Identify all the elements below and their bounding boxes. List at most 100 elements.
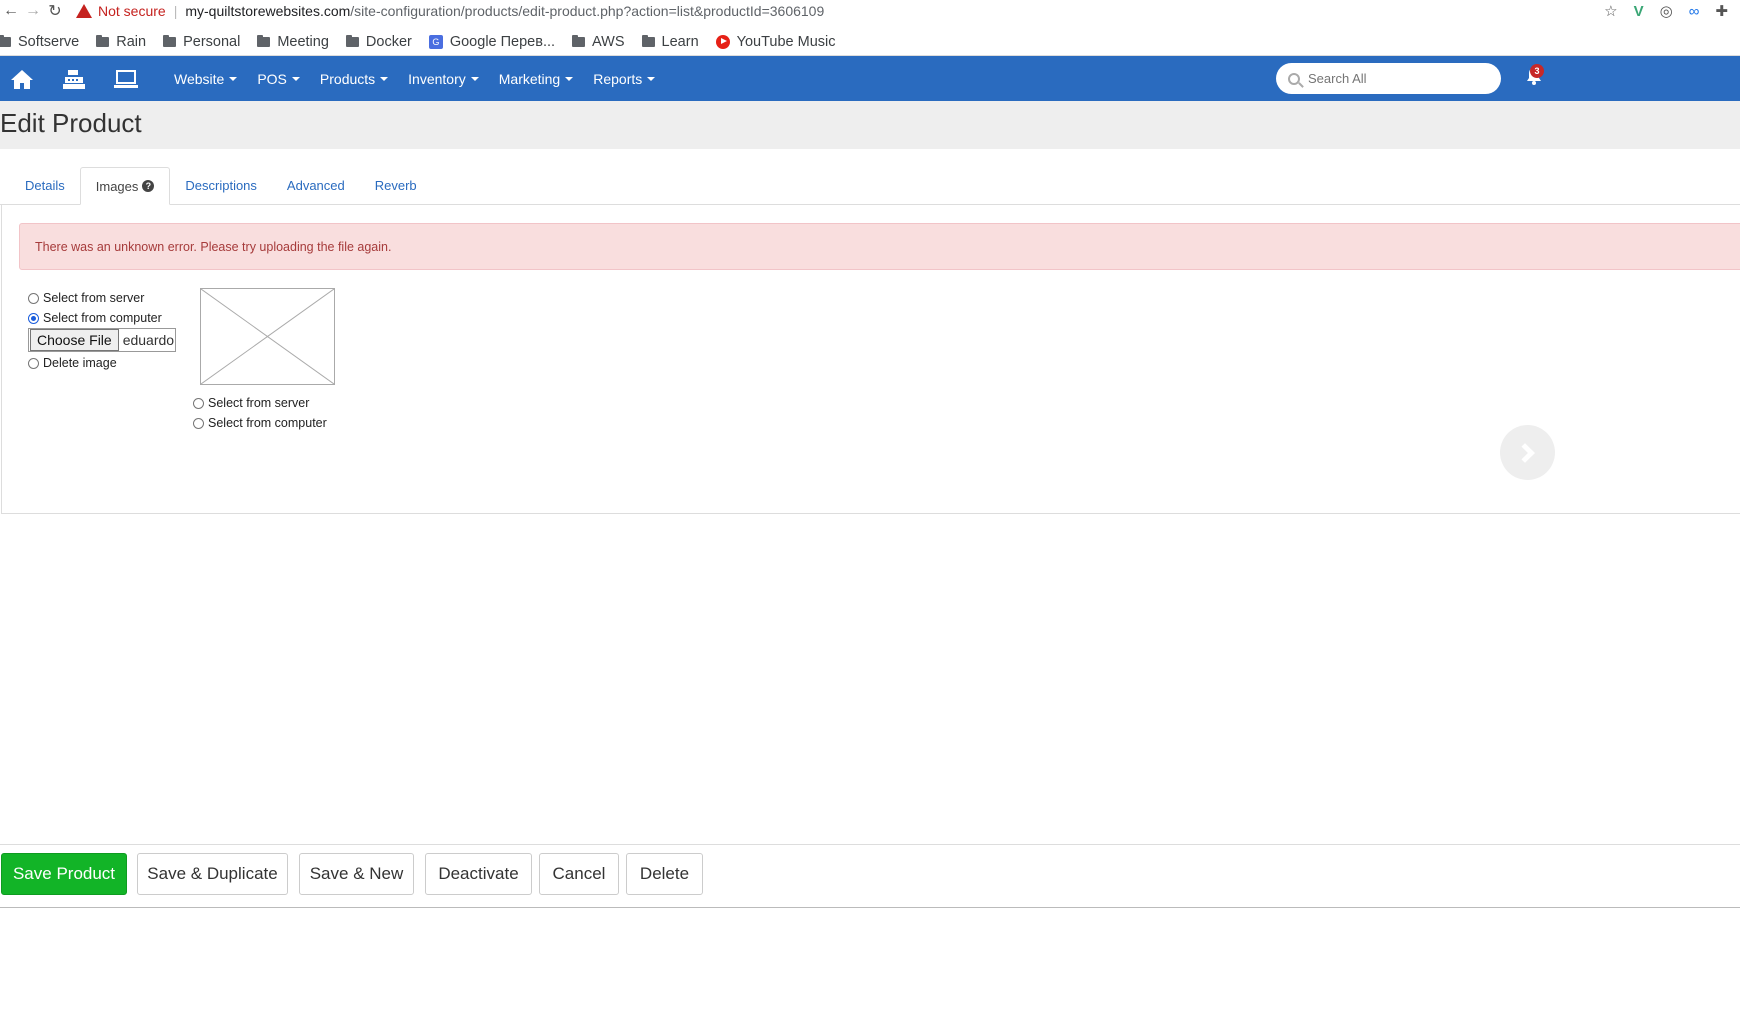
bookmark-label: Rain [116, 33, 147, 50]
forward-icon[interactable]: → [22, 2, 44, 20]
security-indicator[interactable]: Not secure [76, 3, 166, 19]
url-path: /site-configuration/products/edit-produc… [350, 3, 825, 19]
menu-label: Marketing [498, 70, 561, 87]
home-icon[interactable] [0, 56, 48, 101]
radio-button[interactable] [28, 357, 39, 369]
bookmark-aws[interactable]: AWS [572, 34, 625, 50]
bookmark-docker[interactable]: Docker [345, 33, 412, 50]
save-new-button[interactable]: Save & New [299, 853, 414, 895]
bookmark-personal[interactable]: Personal [163, 34, 240, 50]
folder-icon [163, 34, 177, 47]
cancel-button[interactable]: Cancel [539, 853, 619, 895]
bookmark-star-icon[interactable]: ☆ [1604, 2, 1617, 20]
notification-count-badge: 3 [1530, 64, 1544, 78]
search-icon [1288, 72, 1300, 85]
bookmark-rain[interactable]: Rain [96, 34, 146, 50]
tab-label: Descriptions [185, 178, 257, 193]
extension-circle-icon[interactable]: ◎ [1660, 2, 1673, 20]
help-question-icon[interactable]: ? [142, 180, 155, 192]
tab-label: Images [95, 178, 139, 194]
google-translate-icon: G [428, 34, 443, 49]
menu-reports[interactable]: Reports [583, 71, 665, 87]
menu-marketing[interactable]: Marketing [489, 71, 583, 87]
youtube-music-icon [715, 34, 730, 49]
security-label: Not secure [98, 3, 166, 19]
warning-icon [76, 4, 92, 18]
browser-address-bar: ← → ↻ Not secure | my-quiltstorewebsites… [0, 0, 1740, 22]
menu-label: Inventory [408, 70, 466, 87]
option-label: Select from computer [43, 311, 162, 325]
tab-reverb[interactable]: Reverb [360, 167, 432, 204]
save-duplicate-button[interactable]: Save & Duplicate [137, 853, 288, 895]
option-label: Select from server [208, 396, 310, 410]
error-alert: There was an unknown error. Please try u… [19, 223, 1740, 270]
image-placeholder [200, 288, 335, 385]
folder-icon [345, 34, 359, 47]
radio-button[interactable] [193, 417, 204, 429]
page-title: Edit Product [0, 108, 142, 138]
bookmark-softserve[interactable]: Softserve [0, 34, 79, 50]
deactivate-button[interactable]: Deactivate [425, 853, 532, 895]
choose-file-button[interactable]: Choose File [30, 329, 119, 351]
menu-label: POS [257, 70, 287, 87]
option-label: Delete image [43, 356, 117, 370]
slot1-select-server-option[interactable]: Select from server [28, 291, 144, 305]
folder-icon [96, 34, 110, 47]
next-arrow-button[interactable] [1500, 425, 1555, 480]
radio-button[interactable] [28, 312, 39, 324]
menu-pos[interactable]: POS [247, 71, 310, 87]
menu-label: Website [174, 70, 225, 87]
delete-button[interactable]: Delete [626, 853, 703, 895]
cash-register-icon[interactable] [48, 56, 100, 101]
save-product-button[interactable]: Save Product [1, 853, 127, 895]
tab-descriptions[interactable]: Descriptions [170, 167, 272, 204]
vue-extension-icon[interactable]: V [1634, 3, 1644, 20]
bookmark-learn[interactable]: Learn [641, 34, 699, 50]
menu-website[interactable]: Website [164, 71, 247, 87]
empty-image-icon [200, 288, 335, 385]
global-search[interactable] [1276, 63, 1501, 94]
extension-infinity-icon[interactable]: ∞ [1689, 3, 1700, 20]
caret-down-icon [565, 76, 574, 81]
back-icon[interactable]: ← [0, 2, 22, 20]
bookmark-google-translate[interactable]: G Google Перев... [428, 33, 556, 50]
tab-details[interactable]: Details [10, 167, 80, 204]
menu-products[interactable]: Products [310, 71, 398, 87]
bookmark-label: Google Перев... [449, 33, 556, 50]
bookmark-label: AWS [592, 33, 625, 50]
caret-down-icon [647, 76, 656, 81]
tab-images[interactable]: Images? [79, 167, 171, 205]
radio-button[interactable] [193, 397, 204, 409]
radio-button[interactable] [28, 292, 39, 304]
slot2-select-computer-option[interactable]: Select from computer [193, 416, 327, 430]
reload-icon[interactable]: ↻ [44, 1, 66, 21]
menu-inventory[interactable]: Inventory [398, 71, 489, 87]
folder-icon [257, 34, 271, 47]
bookmark-meeting[interactable]: Meeting [257, 34, 329, 50]
chevron-right-icon [1514, 442, 1535, 463]
menu-label: Products [319, 70, 376, 87]
bookmark-label: Meeting [277, 33, 329, 50]
error-message: There was an unknown error. Please try u… [35, 239, 392, 254]
bottom-divider [0, 907, 1740, 908]
main-menu: Website POS Products Inventory Marketing… [164, 71, 665, 87]
url-text[interactable]: my-quiltstorewebsites.com/site-configura… [185, 3, 824, 19]
bookmark-label: Softserve [18, 33, 80, 50]
slot1-file-input[interactable]: Choose File eduardo [28, 328, 176, 352]
tab-label: Reverb [374, 178, 417, 193]
extensions-puzzle-icon[interactable]: ✚ [1715, 2, 1728, 20]
slot2-select-server-option[interactable]: Select from server [193, 396, 309, 410]
slot1-delete-image-option[interactable]: Delete image [28, 356, 117, 370]
caret-down-icon [291, 76, 300, 81]
bookmark-youtube-music[interactable]: YouTube Music [715, 34, 836, 50]
selected-file-name: eduardo [122, 332, 175, 348]
option-label: Select from computer [208, 416, 327, 430]
folder-icon [572, 34, 586, 47]
tab-advanced[interactable]: Advanced [272, 167, 360, 204]
search-input[interactable] [1308, 71, 1488, 86]
url-host: my-quiltstorewebsites.com [185, 3, 351, 19]
tab-label: Details [25, 178, 65, 193]
slot1-select-computer-option[interactable]: Select from computer [28, 311, 162, 325]
bookmark-label: Docker [365, 33, 412, 50]
laptop-icon[interactable] [100, 56, 152, 101]
